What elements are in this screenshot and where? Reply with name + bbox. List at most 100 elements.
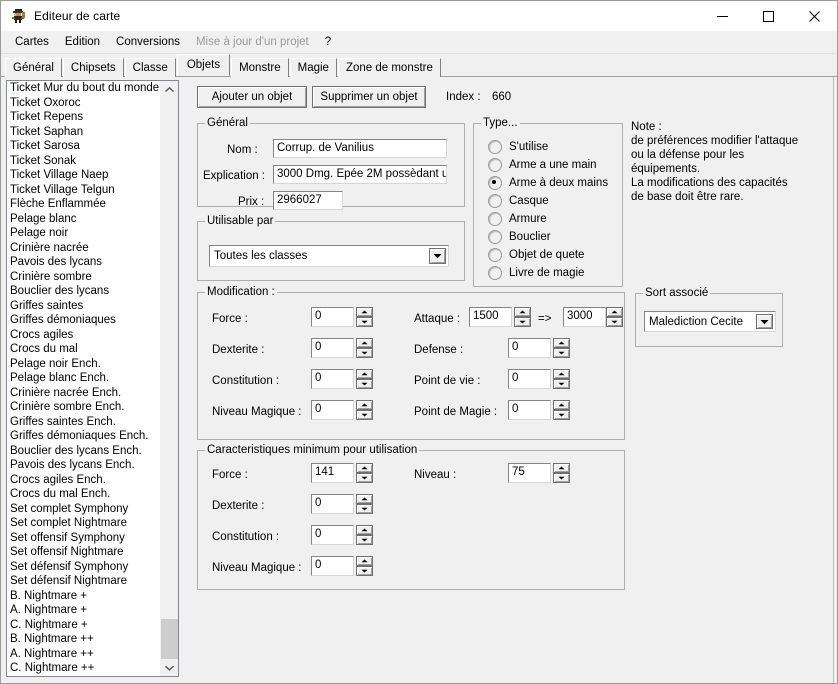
scroll-up-arrow-icon[interactable] (161, 81, 178, 98)
object-list-scrollbar[interactable] (160, 81, 178, 676)
type-option-sutilise[interactable]: S'utilise (488, 140, 548, 154)
list-item[interactable]: Pelage noir Ench. (7, 357, 160, 372)
mod-defense-spinner[interactable] (553, 338, 570, 358)
min-constitution-field[interactable]: 0 (311, 525, 354, 545)
type-option-arme-une-main[interactable]: Arme a une main (488, 158, 597, 172)
list-item[interactable]: Ticket Saphan (7, 125, 160, 140)
list-item[interactable]: Crinière sombre (7, 270, 160, 285)
spinner-down-icon[interactable] (553, 410, 570, 420)
tab-magie[interactable]: Magie (290, 58, 337, 77)
type-option-objet-de-quete[interactable]: Objet de quete (488, 248, 584, 262)
maximize-button[interactable] (745, 1, 791, 31)
min-niveau-field[interactable]: 75 (508, 463, 551, 483)
type-option-armure[interactable]: Armure (488, 212, 547, 226)
spinner-up-icon[interactable] (553, 338, 570, 348)
list-item[interactable]: Griffes saintes (7, 299, 160, 314)
min-force-spinner[interactable] (356, 463, 373, 483)
explanation-field[interactable]: 3000 Dmg. Epée 2M possèdant une (273, 165, 447, 184)
list-item[interactable]: Set complet Symphony (7, 502, 160, 517)
list-item[interactable]: Crocs du mal (7, 342, 160, 357)
name-field[interactable]: Corrup. de Vanilius (273, 139, 447, 158)
list-item[interactable]: Set offensif Symphony (7, 531, 160, 546)
list-item[interactable]: Ticket Sonak (7, 154, 160, 169)
spinner-down-icon[interactable] (553, 379, 570, 389)
list-item[interactable]: Pelage blanc Ench. (7, 371, 160, 386)
mod-constitution-spinner[interactable] (356, 369, 373, 389)
scroll-down-arrow-icon[interactable] (161, 659, 178, 676)
min-constitution-spinner[interactable] (356, 525, 373, 545)
list-item[interactable]: Ticket Repens (7, 110, 160, 125)
spinner-down-icon[interactable] (356, 504, 373, 514)
list-item[interactable]: Ticket Village Telgun (7, 183, 160, 198)
list-item[interactable]: E. Nightmare + (7, 676, 160, 677)
list-item[interactable]: Crocs agiles (7, 328, 160, 343)
list-item[interactable]: Griffes démoniaques Ench. (7, 429, 160, 444)
spinner-down-icon[interactable] (356, 535, 373, 545)
list-item[interactable]: Pavois des lycans Ench. (7, 458, 160, 473)
chevron-down-icon[interactable] (429, 248, 446, 264)
list-item[interactable]: Bouclier des lycans (7, 284, 160, 299)
close-button[interactable] (791, 1, 837, 31)
list-item[interactable]: Pelage noir (7, 226, 160, 241)
spinner-up-icon[interactable] (553, 400, 570, 410)
spinner-up-icon[interactable] (553, 369, 570, 379)
spinner-up-icon[interactable] (356, 369, 373, 379)
menu-item-help[interactable]: ? (317, 33, 339, 51)
tab-monstre[interactable]: Monstre (231, 58, 289, 77)
list-item[interactable]: C. Nightmare ++ (7, 661, 160, 676)
menu-item-cartes[interactable]: Cartes (7, 33, 57, 51)
list-item[interactable]: Griffes démoniaques (7, 313, 160, 328)
list-item[interactable]: Set complet Nightmare (7, 516, 160, 531)
spinner-up-icon[interactable] (356, 494, 373, 504)
type-option-arme-deux-mains[interactable]: Arme à deux mains (488, 176, 608, 190)
spinner-up-icon[interactable] (356, 556, 373, 566)
mod-niveau-magique-spinner[interactable] (356, 400, 373, 420)
spinner-down-icon[interactable] (606, 317, 623, 327)
min-niveau-spinner[interactable] (553, 463, 570, 483)
object-list-box[interactable]: Ticket Mur du bout du mondeTicket Oxoroc… (6, 80, 179, 677)
list-item[interactable]: Bouclier des lycans Ench. (7, 444, 160, 459)
list-item[interactable]: Griffes saintes Ench. (7, 415, 160, 430)
mod-dexterite-spinner[interactable] (356, 338, 373, 358)
mod-force-field[interactable]: 0 (311, 307, 354, 327)
mod-attaque-spinner[interactable] (514, 307, 531, 327)
price-field[interactable]: 2966027 (273, 191, 343, 210)
page-scrollbar[interactable] (833, 77, 837, 683)
min-dexterite-spinner[interactable] (356, 494, 373, 514)
spinner-up-icon[interactable] (606, 307, 623, 317)
list-item[interactable]: Ticket Mur du bout du monde (7, 81, 160, 96)
mod-attaque-field[interactable]: 1500 (469, 307, 512, 327)
mod-attaque-max-field[interactable]: 3000 (563, 307, 606, 327)
list-item[interactable]: Crinière sombre Ench. (7, 400, 160, 415)
mod-constitution-field[interactable]: 0 (311, 369, 354, 389)
type-option-bouclier[interactable]: Bouclier (488, 230, 551, 244)
spinner-up-icon[interactable] (356, 338, 373, 348)
scrollbar-thumb[interactable] (161, 619, 178, 659)
list-item[interactable]: Crocs du mal Ench. (7, 487, 160, 502)
list-item[interactable]: Ticket Village Naep (7, 168, 160, 183)
list-item[interactable]: A. Nightmare + (7, 603, 160, 618)
menu-item-conversions[interactable]: Conversions (108, 33, 188, 51)
mod-dexterite-field[interactable]: 0 (311, 338, 354, 358)
mod-force-spinner[interactable] (356, 307, 373, 327)
minimize-button[interactable] (699, 1, 745, 31)
tab-general[interactable]: Général (5, 58, 62, 77)
add-object-button[interactable]: Ajouter un objet (197, 86, 307, 108)
spinner-down-icon[interactable] (514, 317, 531, 327)
tab-zone-de-monstre[interactable]: Zone de monstre (338, 58, 441, 77)
list-item[interactable]: Set offensif Nightmare (7, 545, 160, 560)
object-list[interactable]: Ticket Mur du bout du mondeTicket Oxoroc… (7, 81, 160, 676)
list-item[interactable]: Crocs agiles Ench. (7, 473, 160, 488)
spinner-down-icon[interactable] (356, 379, 373, 389)
list-item[interactable]: C. Nightmare + (7, 618, 160, 633)
min-niveau-magique-field[interactable]: 0 (311, 556, 354, 576)
tab-chipsets[interactable]: Chipsets (63, 58, 124, 77)
spinner-up-icon[interactable] (514, 307, 531, 317)
mod-point-de-magie-spinner[interactable] (553, 400, 570, 420)
min-force-field[interactable]: 141 (311, 463, 354, 483)
tab-classe[interactable]: Classe (125, 58, 176, 77)
mod-attaque-max-spinner[interactable] (606, 307, 623, 327)
usable-by-combobox[interactable]: Toutes les classes (209, 245, 449, 267)
list-item[interactable]: Set défensif Symphony (7, 560, 160, 575)
spinner-up-icon[interactable] (356, 463, 373, 473)
